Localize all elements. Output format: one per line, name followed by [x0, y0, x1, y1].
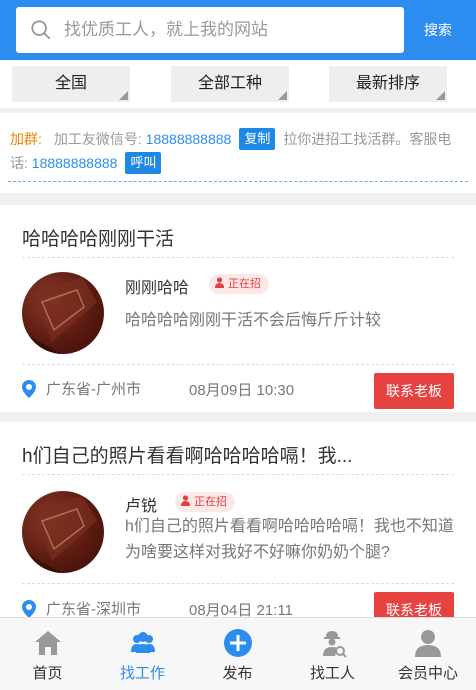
tab-find-job-label: 找工作	[119, 665, 165, 682]
tab-member-center-label: 会员中心	[397, 665, 458, 682]
region-filter[interactable]: 全国	[12, 66, 130, 102]
person-icon	[181, 495, 190, 506]
notice-text-wechat: 加工友微信号:	[53, 131, 142, 147]
sort-filter-label: 最新排序	[355, 75, 420, 92]
search-box[interactable]	[16, 7, 404, 53]
plus-circle-icon	[224, 629, 252, 657]
divider	[8, 181, 468, 182]
avatar	[22, 272, 104, 354]
post-date: 08月09日 10:30	[189, 382, 295, 399]
location-text: 广东省-广州市	[46, 381, 141, 398]
avatar	[22, 491, 104, 573]
job-location: 广东省-广州市	[22, 378, 141, 399]
job-location: 广东省-深圳市	[22, 598, 141, 617]
divider	[22, 474, 454, 475]
job-card[interactable]: 哈哈哈哈刚刚干活 刚刚哈哈 正在招 哈哈哈哈刚刚干活不会后悔斤斤计较 广东省-广…	[0, 205, 476, 412]
home-icon	[35, 631, 61, 655]
job-title: 哈哈哈哈刚刚干活	[22, 229, 175, 250]
dropdown-corner-icon	[278, 91, 287, 100]
job-description: 哈哈哈哈刚刚干活不会后悔斤斤计较	[125, 312, 382, 329]
contact-boss-button[interactable]: 联系老板	[374, 592, 454, 617]
trade-filter-label: 全部工种	[197, 75, 262, 92]
wechat-number: 18888888888	[145, 131, 232, 147]
notice-label: 加群:	[10, 131, 42, 147]
user-icon	[415, 630, 441, 657]
region-filter-label: 全国	[54, 75, 87, 92]
group-notice: 加群: 加工友微信号: 18888888888 复制 拉你进招工找活群。客服电话: 1…	[0, 113, 476, 193]
status-text: 正在招	[194, 496, 227, 508]
worker-search-icon	[323, 631, 347, 658]
search-input[interactable]	[64, 20, 364, 40]
tab-publish-label: 发布	[222, 665, 253, 682]
tab-member-center[interactable]: 会员中心	[380, 618, 476, 690]
tab-home-label: 首页	[32, 665, 63, 682]
job-description: h们自己的照片看看啊哈哈哈哈嗝！我也不知道为啥要这样对我好不好嘛你奶奶个腿?	[125, 518, 454, 561]
status-text: 正在招	[228, 278, 261, 290]
location-text: 广东省-深圳市	[46, 601, 141, 617]
group-icon	[131, 632, 155, 653]
location-pin-icon	[22, 599, 36, 617]
contact-boss-button[interactable]: 联系老板	[374, 373, 454, 409]
employer-name: 刚刚哈哈	[125, 280, 190, 297]
status-badge: 正在招	[175, 492, 235, 512]
service-phone: 18888888888	[31, 155, 118, 171]
tab-find-job[interactable]: 找工作	[95, 618, 190, 690]
bottom-tab-bar: 首页 找工作 发布 找工人 会员中心	[0, 617, 476, 690]
search-button[interactable]: 搜索	[412, 14, 464, 46]
tab-publish[interactable]: 发布	[190, 618, 285, 690]
divider	[22, 583, 454, 584]
divider	[22, 257, 454, 258]
divider	[22, 364, 454, 365]
tab-find-worker[interactable]: 找工人	[285, 618, 380, 690]
dropdown-corner-icon	[119, 91, 128, 100]
filter-bar: 全国 全部工种 最新排序	[0, 60, 476, 108]
person-icon	[215, 277, 224, 288]
post-date: 08月04日 21:11	[189, 602, 293, 617]
sort-filter[interactable]: 最新排序	[329, 66, 447, 102]
employer-name: 卢锐	[125, 498, 158, 515]
call-button[interactable]: 呼叫	[125, 152, 162, 174]
job-card[interactable]: h们自己的照片看看啊哈哈哈哈嗝！我... 卢锐 正在招 h们自己的照片看看啊哈哈…	[0, 422, 476, 617]
trade-filter[interactable]: 全部工种	[171, 66, 289, 102]
tab-home[interactable]: 首页	[0, 618, 95, 690]
search-icon	[31, 20, 51, 40]
job-title: h们自己的照片看看啊哈哈哈哈嗝！我...	[22, 446, 353, 467]
tab-find-worker-label: 找工人	[309, 665, 355, 682]
dropdown-corner-icon	[436, 91, 445, 100]
copy-button[interactable]: 复制	[239, 128, 276, 150]
header: 搜索	[0, 0, 476, 60]
location-pin-icon	[22, 379, 36, 398]
status-badge: 正在招	[209, 274, 269, 294]
